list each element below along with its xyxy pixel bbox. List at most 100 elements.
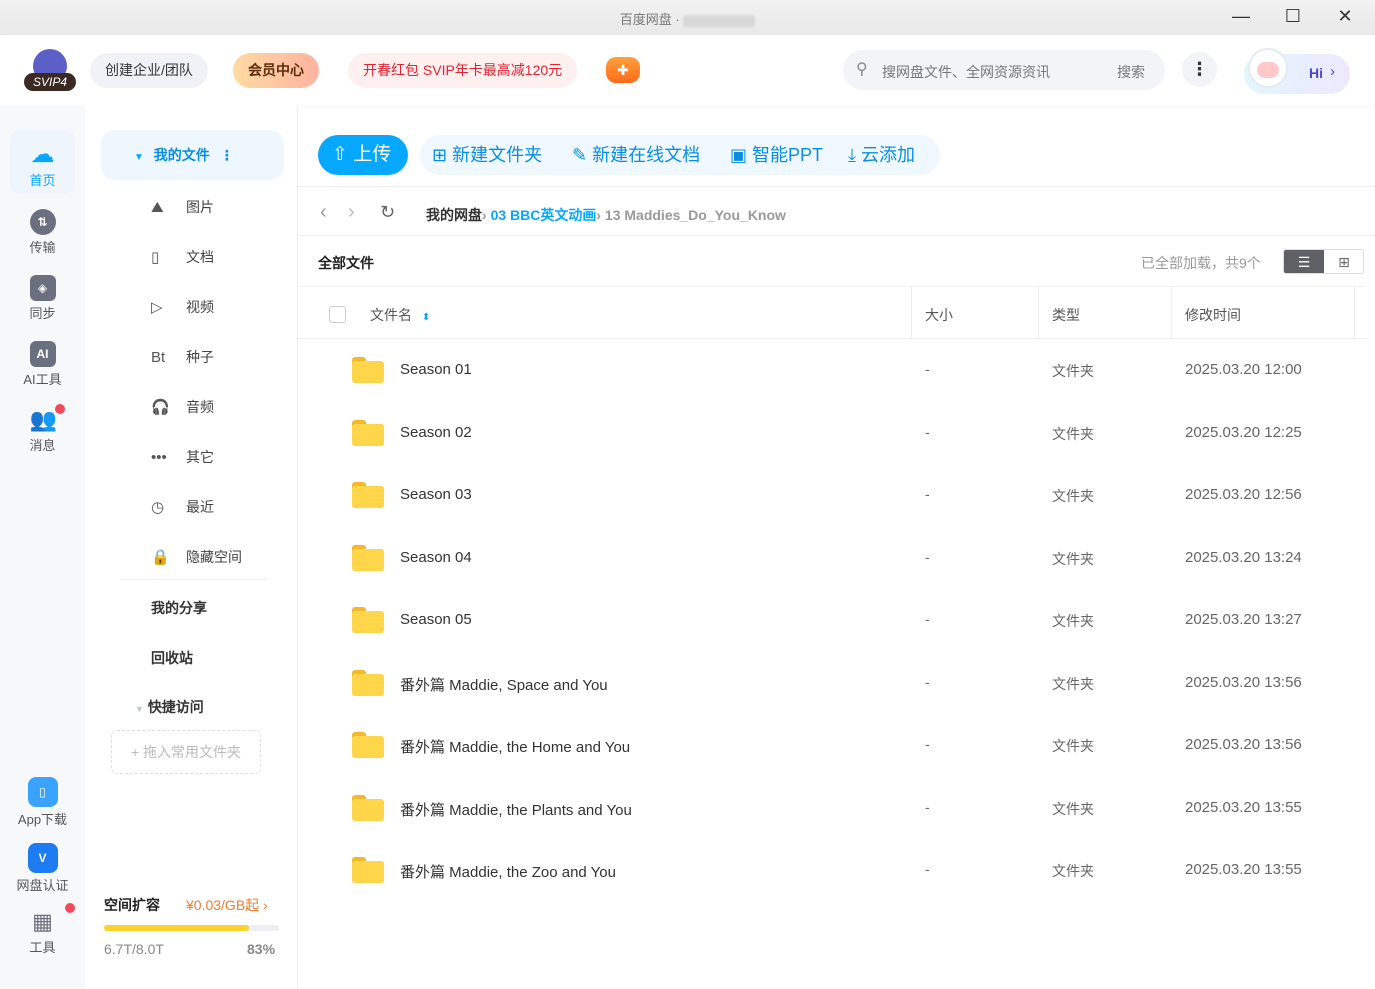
rail-item-ai[interactable]: AI AI工具: [10, 329, 75, 391]
avatar[interactable]: SVIP4: [24, 49, 76, 93]
rail-label: 传输: [29, 240, 56, 255]
col-header-size[interactable]: 大小: [925, 305, 953, 325]
file-name[interactable]: 番外篇 Maddie, the Home and You: [400, 736, 630, 757]
nav-item[interactable]: 🎧 音频: [151, 392, 301, 422]
table-row[interactable]: 番外篇 Maddie, the Zoo and You - 文件夹 2025.0…: [298, 839, 1375, 901]
search-icon: ⚲: [856, 61, 868, 78]
breadcrumb-root[interactable]: 我的网盘: [426, 207, 482, 223]
file-name[interactable]: 番外篇 Maddie, Space and You: [400, 674, 608, 695]
nav-item[interactable]: ▯ 文档: [151, 242, 301, 272]
table-row[interactable]: 番外篇 Maddie, the Home and You - 文件夹 2025.…: [298, 714, 1375, 776]
breadcrumb-current: 13 Maddies_Do_You_Know: [604, 207, 786, 223]
table-row[interactable]: Season 04 - 文件夹 2025.03.20 13:24: [298, 527, 1375, 589]
create-team-button[interactable]: 创建企业/团队: [90, 53, 208, 88]
rail-item-sync[interactable]: ◈ 同步: [10, 263, 75, 325]
nav-item[interactable]: ⛰ 图片: [151, 192, 301, 222]
new-doc-button[interactable]: ✎ 新建在线文档: [572, 135, 700, 175]
ai-icon: AI: [29, 341, 56, 367]
file-type: 文件夹: [1052, 363, 1094, 379]
storage-percent: 83%: [247, 941, 276, 957]
nav-my-files[interactable]: ▼ 我的文件 ⋮: [101, 130, 284, 180]
divider: [1354, 287, 1355, 340]
close-button[interactable]: ✕: [1330, 6, 1360, 30]
nav-label: 文档: [186, 249, 214, 265]
table-row[interactable]: 番外篇 Maddie, the Plants and You - 文件夹 202…: [298, 777, 1375, 839]
nav-item[interactable]: ▷ 视频: [151, 292, 301, 322]
nav-item[interactable]: ••• 其它: [151, 442, 301, 472]
divider: [298, 235, 1375, 236]
label: 云添加: [860, 145, 915, 165]
assistant-button[interactable]: Hi ›: [1244, 48, 1350, 94]
file-name[interactable]: Season 01: [400, 361, 472, 378]
nav-icon: ▯: [151, 249, 160, 266]
nav-quick-access[interactable]: ▼ 快捷访问: [135, 692, 285, 722]
member-center-button[interactable]: 会员中心: [233, 53, 319, 88]
more-menu-icon[interactable]: ⋮: [1182, 52, 1217, 87]
table-row[interactable]: Season 03 - 文件夹 2025.03.20 12:56: [298, 464, 1375, 526]
cloud-add-button[interactable]: ⤓ 云添加: [848, 135, 915, 175]
file-name[interactable]: 番外篇 Maddie, the Zoo and You: [400, 861, 616, 882]
back-button[interactable]: ‹: [320, 201, 327, 224]
storage-upgrade-link[interactable]: ¥0.03/GB起 ›: [186, 895, 268, 915]
table-row[interactable]: 番外篇 Maddie, Space and You - 文件夹 2025.03.…: [298, 652, 1375, 714]
new-folder-button[interactable]: ⊞ 新建文件夹: [432, 135, 542, 175]
file-size: -: [925, 611, 930, 627]
file-type: 文件夹: [1052, 550, 1094, 567]
nav-item[interactable]: 🔒 隐藏空间: [151, 542, 301, 572]
nav-item[interactable]: Bt 种子: [151, 342, 301, 372]
message-icon: 👥: [29, 407, 57, 432]
breadcrumb: 我的网盘› 03 BBC英文动画› 13 Maddies_Do_You_Know: [426, 205, 786, 225]
file-name[interactable]: Season 05: [400, 611, 472, 628]
search-input[interactable]: 搜网盘文件、全网资源资讯: [882, 62, 1050, 82]
maximize-button[interactable]: ☐: [1278, 6, 1308, 30]
grid-view-icon[interactable]: ⊞: [1324, 250, 1363, 273]
rail-item-message[interactable]: 👥 消息: [10, 395, 75, 457]
nav-recycle[interactable]: 回收站: [151, 643, 301, 673]
col-header-modified[interactable]: 修改时间: [1185, 305, 1241, 325]
chevron-right-icon: ›: [1330, 63, 1335, 80]
file-modified: 2025.03.20 12:25: [1185, 423, 1302, 441]
more-icon[interactable]: ⋮: [220, 147, 234, 163]
file-name[interactable]: Season 03: [400, 486, 472, 503]
nav-item[interactable]: ◷ 最近: [151, 492, 301, 522]
list-title: 全部文件: [318, 255, 374, 271]
rail-item-home[interactable]: ☁ 首页: [10, 130, 75, 194]
rail-item-transfer[interactable]: ⇅ 传输: [10, 197, 75, 259]
col-header-type[interactable]: 类型: [1052, 305, 1080, 325]
doc-edit-icon: ✎: [572, 145, 588, 165]
list-view-icon[interactable]: ☰: [1284, 250, 1324, 273]
table-row[interactable]: Season 02 - 文件夹 2025.03.20 12:25: [298, 402, 1375, 464]
file-name[interactable]: Season 04: [400, 549, 472, 566]
upload-button[interactable]: ⇧ 上传: [318, 135, 408, 175]
promo-button[interactable]: 开春红包 SVIP年卡最高减120元: [348, 53, 578, 88]
notification-dot: [65, 903, 75, 913]
divider: [298, 186, 1375, 187]
refresh-button[interactable]: ↻: [380, 202, 395, 223]
search-button[interactable]: 搜索: [1117, 62, 1145, 82]
rail-item-app-download[interactable]: ▯ App下载: [10, 765, 75, 827]
top-header: SVIP4 创建企业/团队 会员中心 开春红包 SVIP年卡最高减120元 ✚ …: [0, 35, 1375, 105]
nav-label: 种子: [186, 349, 214, 365]
select-all-checkbox[interactable]: [329, 306, 346, 323]
sort-icon[interactable]: ⬍: [422, 312, 430, 323]
search-box[interactable]: ⚲ 搜网盘文件、全网资源资讯 搜索: [843, 50, 1165, 90]
smart-ppt-button[interactable]: ▣ 智能PPT: [730, 135, 823, 175]
nav-icon: ⛰: [151, 199, 164, 216]
rail-item-verify[interactable]: V 网盘认证: [10, 831, 75, 893]
folder-icon: [352, 732, 384, 758]
game-icon[interactable]: ✚: [606, 57, 640, 83]
table-row[interactable]: Season 01 - 文件夹 2025.03.20 12:00: [298, 339, 1375, 401]
breadcrumb-parent[interactable]: 03 BBC英文动画: [491, 207, 597, 223]
label: 文件名: [370, 307, 412, 323]
minimize-button[interactable]: —: [1226, 6, 1256, 30]
file-name[interactable]: Season 02: [400, 424, 472, 441]
rail-label: 网盘认证: [16, 878, 69, 893]
nav-icon: •••: [151, 449, 167, 466]
table-row[interactable]: Season 05 - 文件夹 2025.03.20 13:27: [298, 589, 1375, 651]
file-name[interactable]: 番外篇 Maddie, the Plants and You: [400, 799, 632, 820]
quick-access-drop-zone[interactable]: + 拖入常用文件夹: [111, 730, 261, 774]
nav-my-share[interactable]: 我的分享: [151, 593, 301, 623]
col-header-name[interactable]: 文件名 ⬍: [370, 305, 430, 325]
sync-icon: ◈: [29, 275, 56, 301]
forward-button[interactable]: ›: [348, 201, 355, 224]
